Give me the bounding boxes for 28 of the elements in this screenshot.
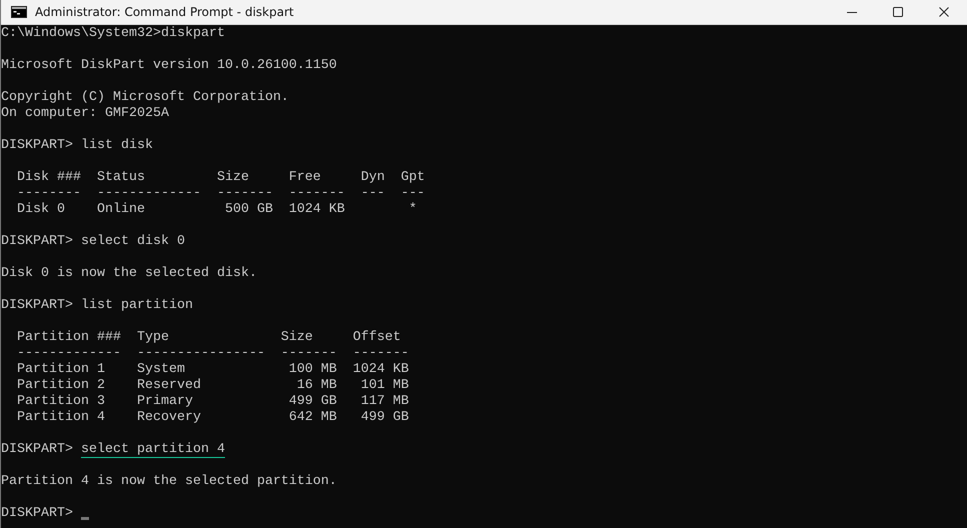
command-text: select disk 0 [80,234,185,250]
command-text: select partition 4 [80,442,225,458]
prompt-text: DISKPART> [1,298,73,314]
command-text: list partition [80,298,193,314]
console-line: C:\Windows\System32>diskpart [1,26,225,42]
console-line: Disk ### Status Size Free Dyn Gpt [16,170,425,186]
console-line: Partition 2 Reserved 16 MB 101 MB [16,378,409,394]
terminal-icon [11,6,27,18]
command-text: list disk [80,138,153,154]
window-title: Administrator: Command Prompt - diskpart [35,5,294,19]
console-line: Partition 1 System 100 MB 1024 KB [16,362,409,378]
prompt-text: DISKPART> [1,138,73,154]
prompt-text: DISKPART> [1,234,73,250]
console-line: Copyright (C) Microsoft Corporation. [1,90,289,106]
console-line: -------- ------------- ------- ------- --- --- [16,186,425,202]
console-line: Partition 3 Primary 499 GB 117 MB [16,394,409,410]
console-line: ------------- ---------------- ------- ------- [16,346,409,362]
console-line: On computer: GMF2025A [1,106,169,122]
prompt-text: DISKPART> [1,442,73,458]
prompt-text: DISKPART> [1,506,73,522]
console-line: Disk 0 is now the selected disk. [1,266,257,282]
maximize-icon [893,7,903,17]
console-line: Partition 4 is now the selected partition. [1,474,337,490]
console-line: Partition 4 Recovery 642 MB 499 GB [16,410,409,426]
console-line: Partition ### Type Size Offset [16,330,401,346]
close-icon [939,7,949,17]
console-line: Disk 0 Online 500 GB 1024 KB * [16,202,417,218]
console-line: Microsoft DiskPart version 10.0.26100.1150 [1,58,337,74]
